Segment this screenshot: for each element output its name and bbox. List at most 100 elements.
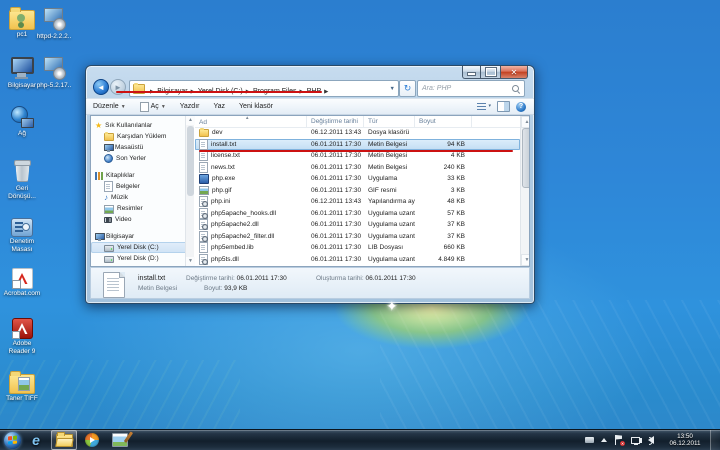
sidebar-item-Son Yerler[interactable]: Son Yerler [91,153,185,164]
file-name-cell: install.txt [195,139,307,150]
column-header-Değiştirme tarihi[interactable]: Değiştirme tarihi [307,116,364,127]
back-button[interactable]: ◄ [93,79,109,95]
action-center-flag-icon[interactable]: ✕ [615,435,623,445]
video-icon [104,217,112,223]
control-panel-icon [11,218,33,237]
sidebar-group-Sık Kullanılanlar[interactable]: ★Sık Kullanılanlar [91,120,185,131]
scroll-up-icon[interactable]: ▲ [186,116,195,125]
text-file-icon [199,162,208,173]
sidebar-item-Video[interactable]: Video [91,214,185,225]
file-row-install.txt[interactable]: install.txt06.01.2011 17:30Metin Belgesi… [195,139,520,151]
file-row-php5apache2_filter.dll[interactable]: php5apache2_filter.dll06.01.2011 17:30Uy… [195,231,520,243]
print-button[interactable]: Yazdır [173,103,207,110]
breadcrumb[interactable]: ▶Bilgisayar▶Yerel Disk (C:)▶Program File… [129,80,399,97]
file-size-cell: 37 KB [415,221,472,228]
sidebar-item-Belgeler[interactable]: Belgeler [91,181,185,192]
file-row-dev[interactable]: dev06.12.2011 13:43Dosya klasörü [195,127,520,139]
close-button[interactable]: ✕ [500,66,528,79]
scrollbar-thumb[interactable] [522,128,530,188]
preview-pane-button[interactable] [497,101,510,112]
file-type-cell: Uygulama uzantısı [364,221,415,228]
sidebar-item-Karşıdan Yüklem[interactable]: Karşıdan Yüklem [91,131,185,142]
sidebar-group-Bilgisayar[interactable]: Bilgisayar [91,231,185,242]
start-button[interactable] [4,432,21,449]
hidden-icons-arrow[interactable] [601,438,607,442]
desktop-icon-Geri Dönüşü...[interactable]: Geri Dönüşü... [2,158,42,200]
search-input[interactable]: Ara: PHP [417,80,525,97]
sidebar-item-label: Video [115,216,132,223]
burn-button[interactable]: Yaz [206,103,232,110]
column-header-Ad[interactable]: Ad▲ [195,116,307,127]
organize-menu[interactable]: Düzenle▼ [86,103,133,110]
file-date-cell: 06.01.2011 17:30 [307,164,364,171]
recent-places-icon [104,154,113,163]
desktop-icon-label: Adobe Reader 9 [2,340,42,355]
documents-icon [104,181,113,192]
device-tray-icon[interactable] [585,437,594,443]
minimize-button[interactable] [462,66,481,79]
scrollbar-thumb[interactable] [187,126,194,196]
file-row-php.exe[interactable]: php.exe06.01.2011 17:30Uygulama33 KB [195,173,520,185]
details-pane: install.txt Metin Belgesi Değiştirme tar… [90,267,530,299]
file-date-cell: 06.01.2011 17:30 [307,256,364,263]
file-name: dev [212,129,222,136]
file-row-php.ini[interactable]: php.ini06.12.2011 13:43Yapılandırma ayar… [195,196,520,208]
taskbar-media-player[interactable] [79,430,105,450]
column-header-Tür[interactable]: Tür [364,116,415,127]
file-row-php5embed.lib[interactable]: php5embed.lib06.01.2011 17:30LIB Dosyası… [195,242,520,254]
new-folder-button[interactable]: Yeni klasör [232,103,280,110]
folder-icon [199,129,209,137]
sidebar-scrollbar[interactable]: ▲ ▼ [185,116,194,266]
desktop-icon-php-5.2.17..[interactable]: php-5.2.17.. [34,55,74,90]
desktop-icon-Adobe Reader 9[interactable]: Adobe Reader 9 [2,316,42,355]
details-file-type: Metin Belgesi [138,285,177,292]
sidebar-item-Yerel Disk (D:)[interactable]: Yerel Disk (D:) [91,253,185,264]
file-name: php5apache_hooks.dll [211,210,276,217]
application-icon [199,174,209,184]
desktop-icon-Acrobat.com[interactable]: Acrobat.com [2,266,42,298]
open-menu[interactable]: Aç▼ [133,102,173,112]
desktop-icon-label: Geri Dönüşü... [2,185,42,200]
file-row-php.gif[interactable]: php.gif06.01.2011 17:30GIF resmi3 KB [195,185,520,197]
file-row-php5apache_hooks.dll[interactable]: php5apache_hooks.dll06.01.2011 17:30Uygu… [195,208,520,220]
wallpaper-light-streaks [380,300,720,450]
sidebar-item-Müzik[interactable]: ♪Müzik [91,192,185,203]
desktop-icon-Taner TIFF[interactable]: Taner TIFF [2,370,42,403]
desktop-icon-Denetim Masası[interactable]: Denetim Masası [2,216,42,253]
volume-tray-icon[interactable] [648,436,654,444]
sidebar-item-Masaüstü[interactable]: Masaüstü [91,142,185,153]
scroll-down-icon[interactable]: ▼ [521,254,530,266]
user-folder-icon [9,10,35,30]
file-date-cell: 06.01.2011 17:30 [307,187,364,194]
maximize-button[interactable] [481,66,500,79]
list-scrollbar[interactable]: ▲ ▼ [520,116,530,266]
star-icon: ★ [95,122,102,130]
desktop-icon-httpd-2.2.2..[interactable]: httpd-2.2.2.. [34,6,74,41]
sidebar-item-Yerel Disk (C:)[interactable]: Yerel Disk (C:) [91,242,185,253]
file-size-cell: 240 KB [415,164,472,171]
sidebar-item-label: Yerel Disk (C:) [117,244,159,251]
file-row-php5ts.dll[interactable]: php5ts.dll06.01.2011 17:30Uygulama uzant… [195,254,520,266]
file-row-news.txt[interactable]: news.txt06.01.2011 17:30Metin Belgesi240… [195,162,520,174]
scroll-down-icon[interactable]: ▼ [186,257,195,266]
show-desktop-button[interactable] [710,430,720,450]
file-row-php5apache2.dll[interactable]: php5apache2.dll06.01.2011 17:30Uygulama … [195,219,520,231]
refresh-button[interactable]: ↻ [399,80,416,97]
scroll-up-icon[interactable]: ▲ [521,116,530,128]
breadcrumb-dropdown-icon[interactable]: ▼ [390,86,398,92]
taskbar-windows-explorer[interactable] [51,430,77,450]
change-view-button[interactable] [477,102,491,112]
desktop-icon-Ağ[interactable]: Ağ [2,105,42,138]
file-type-cell: Dosya klasörü [364,129,415,136]
taskbar-paint[interactable] [107,430,133,450]
file-size-cell: 57 KB [415,210,472,217]
sidebar-group-Kitaplıklar[interactable]: Kitaplıklar [91,170,185,181]
taskbar-internet-explorer[interactable]: e [23,430,49,450]
taskbar-clock[interactable]: 13:50 06.12.2011 [664,433,706,448]
command-bar: Düzenle▼ Aç▼ Yazdır Yaz Yeni klasör ? [86,98,534,115]
file-type-cell: Metin Belgesi [364,164,415,171]
sidebar-item-Resimler[interactable]: Resimler [91,203,185,214]
help-button[interactable]: ? [516,102,526,112]
column-header-Boyut[interactable]: Boyut [415,116,472,127]
explorer-content: ★Sık KullanılanlarKarşıdan YüklemMasaüst… [90,115,530,267]
